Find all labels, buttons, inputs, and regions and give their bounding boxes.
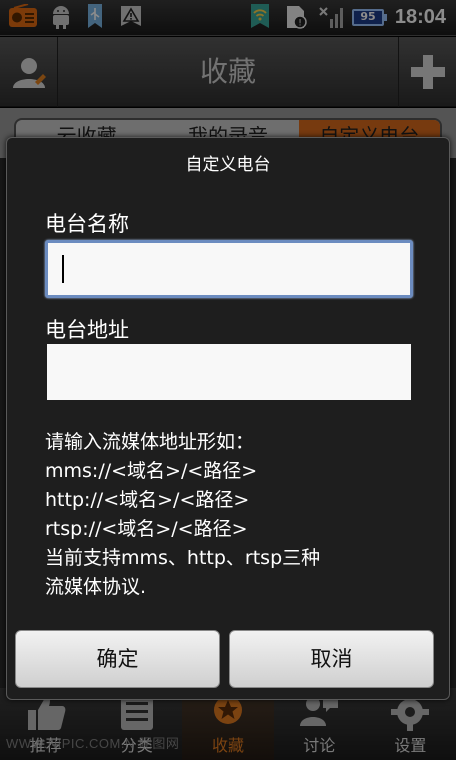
hint-line: 当前支持mms、http、rtsp三种 (45, 547, 321, 569)
station-name-input[interactable] (45, 240, 413, 298)
text-cursor (62, 255, 64, 283)
station-address-input[interactable] (47, 344, 411, 400)
format-hint: 请输入流媒体地址形如： mms://<域名>/<路径> http://<域名>/… (45, 428, 425, 602)
confirm-button[interactable]: 确定 (15, 630, 220, 688)
station-name-label: 电台名称 (45, 212, 129, 236)
custom-station-dialog: 自定义电台 电台名称 电台地址 请输入流媒体地址形如： mms://<域名>/<… (6, 137, 450, 700)
hint-line: mms://<域名>/<路径> (45, 460, 258, 482)
cancel-button[interactable]: 取消 (229, 630, 434, 688)
hint-line: 流媒体协议. (45, 576, 147, 598)
dialog-title: 自定义电台 (185, 155, 271, 175)
hint-line: 请输入流媒体地址形如： (45, 431, 255, 453)
station-address-label: 电台地址 (45, 318, 129, 342)
hint-line: http://<域名>/<路径> (45, 489, 250, 511)
hint-line: rtsp://<域名>/<路径> (45, 518, 248, 540)
